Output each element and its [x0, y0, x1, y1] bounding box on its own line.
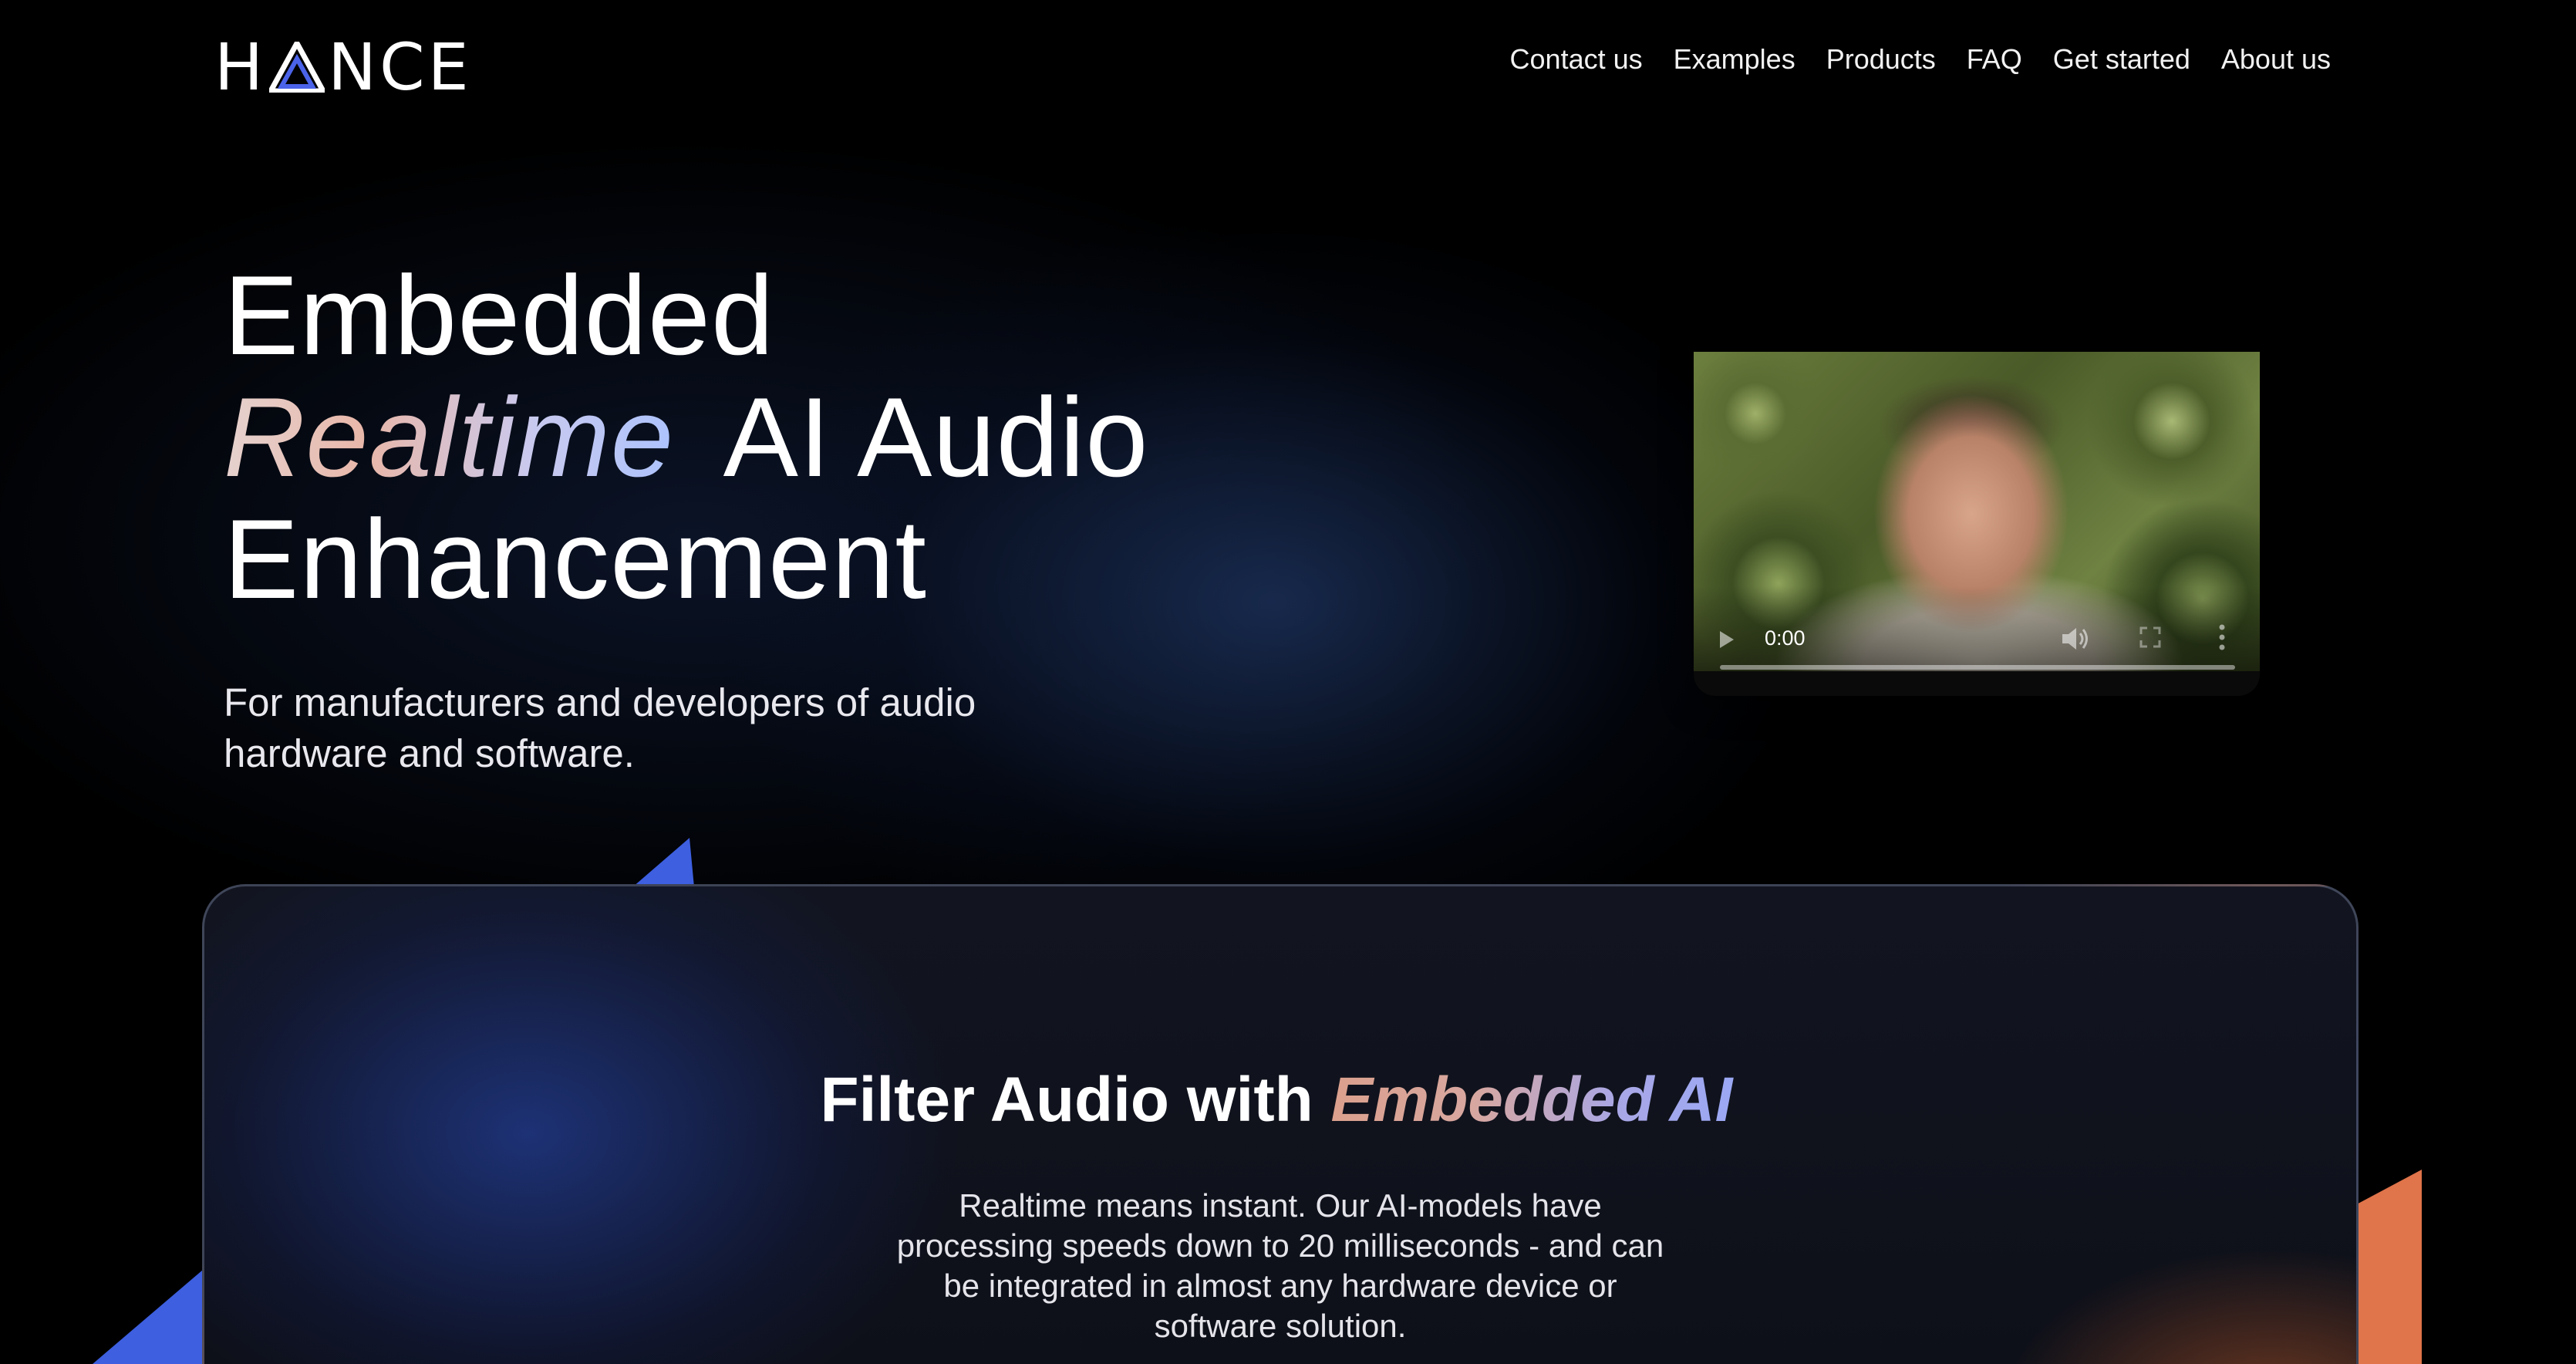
play-icon[interactable] — [1720, 631, 1734, 648]
card-title: Filter Audio with Embedded AI — [204, 1064, 2356, 1136]
nav-about-us[interactable]: About us — [2221, 43, 2331, 76]
hero-line-3: Enhancement — [224, 496, 927, 622]
video-progress-bar[interactable] — [1720, 665, 2235, 670]
logo-letter-h: H — [214, 29, 267, 105]
card-title-accent: Embedded AI — [1331, 1065, 1741, 1135]
more-icon[interactable] — [2218, 623, 2226, 651]
volume-icon[interactable] — [2059, 625, 2090, 653]
nav-get-started[interactable]: Get started — [2053, 43, 2190, 76]
deco-triangle-top — [632, 838, 694, 887]
hero-title: Embedded Realtime AI Audio Enhancement — [224, 255, 1148, 620]
deco-shape-right — [2352, 1170, 2422, 1364]
card-title-start: Filter Audio with — [820, 1065, 1313, 1135]
nav-contact-us[interactable]: Contact us — [1510, 43, 1643, 76]
hero-line-1: Embedded — [224, 252, 775, 378]
hero-highlight: Realtime — [224, 374, 697, 500]
video-time: 0:00 — [1765, 626, 1806, 650]
nav-examples[interactable]: Examples — [1674, 43, 1795, 76]
video-controls: 0:00 — [1694, 609, 2260, 671]
demo-video[interactable]: 0:00 — [1694, 352, 2260, 696]
page: H NCE Contact us Examples Products FAQ G… — [0, 0, 2576, 1364]
hance-logo[interactable]: H NCE — [214, 29, 472, 105]
hero-subtitle: For manufacturers and developers of audi… — [224, 680, 976, 775]
nav-products[interactable]: Products — [1826, 43, 1936, 76]
feature-card: Filter Audio with Embedded AI Realtime m… — [202, 884, 2359, 1364]
logo-triangle-icon — [269, 42, 325, 93]
deco-triangle-left — [93, 1265, 208, 1364]
main-nav: Contact us Examples Products FAQ Get sta… — [1510, 43, 2331, 76]
nav-faq[interactable]: FAQ — [1967, 43, 2022, 76]
logo-letters-nce: NCE — [328, 29, 472, 105]
hero-line-2-rest: AI Audio — [723, 374, 1149, 500]
fullscreen-icon[interactable] — [2139, 626, 2161, 648]
hero-line-2: Realtime AI Audio — [224, 376, 1148, 498]
card-body: Realtime means instant. Our AI-models ha… — [896, 1187, 1664, 1344]
